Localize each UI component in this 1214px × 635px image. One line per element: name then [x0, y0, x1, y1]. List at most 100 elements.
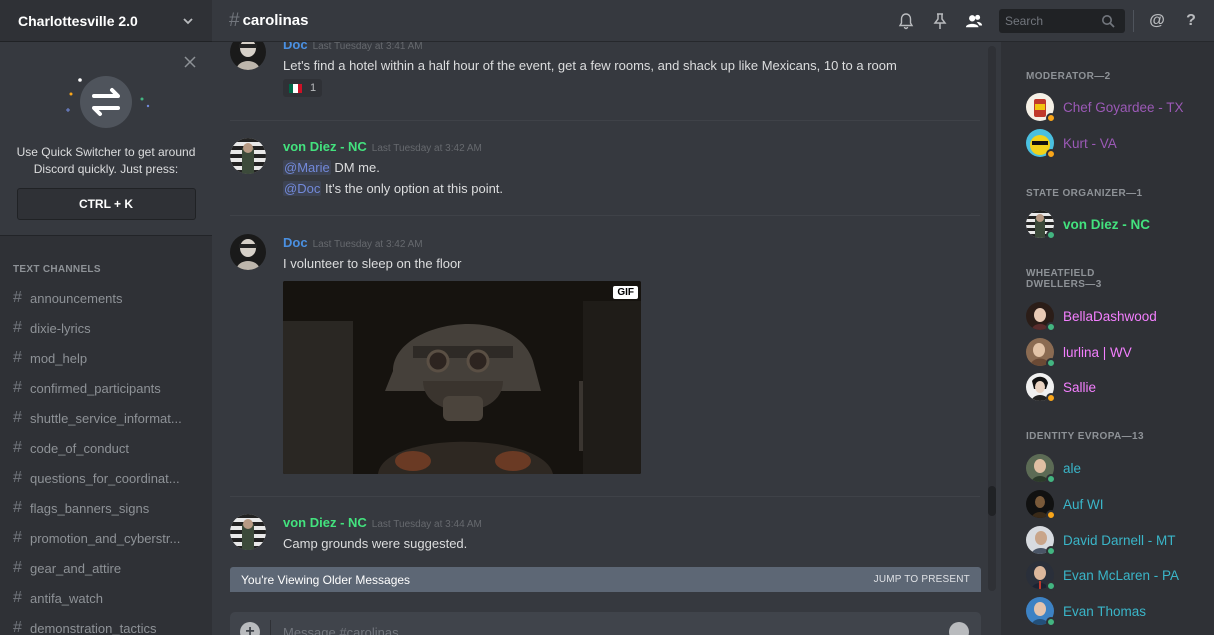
message-author[interactable]: von Diez - NC: [283, 139, 367, 154]
avatar[interactable]: [230, 234, 266, 270]
role-header-identity-evropa: IDENTITY EVROPA—13: [1026, 431, 1144, 442]
emoji-icon[interactable]: [949, 622, 969, 635]
older-messages-text: You're Viewing Older Messages: [241, 572, 411, 587]
composer-divider: [270, 620, 271, 635]
message-timestamp: Last Tuesday at 3:42 AM: [371, 143, 482, 154]
close-icon[interactable]: [183, 55, 197, 69]
message-author[interactable]: von Diez - NC: [283, 515, 367, 530]
jump-to-present-button[interactable]: JUMP TO PRESENT: [874, 574, 970, 585]
channel-name: announcements: [30, 290, 123, 306]
message-body: von Diez - NC Last Tuesday at 3:44 AM Cam…: [283, 514, 973, 553]
reaction[interactable]: 1: [283, 79, 323, 97]
channel-name: code_of_conduct: [30, 440, 130, 456]
text-channels-header[interactable]: TEXT CHANNELS: [0, 264, 212, 275]
channel-item[interactable]: # gear_and_attire: [0, 553, 212, 583]
status-idle-icon: [1046, 113, 1056, 123]
member-name: Evan Thomas: [1063, 603, 1147, 619]
member-item[interactable]: Auf WI: [1001, 486, 1214, 522]
member-avatar: [1026, 490, 1056, 520]
channel-items: # announcements # dixie-lyrics # mod_help # con…: [0, 283, 212, 635]
message-author[interactable]: Doc: [283, 235, 308, 250]
message-text-part: It's the only option at this point.: [321, 181, 504, 196]
gif-image: [283, 281, 641, 474]
message-text-part: DM me.: [330, 160, 380, 175]
channel-item[interactable]: # code_of_conduct: [0, 433, 212, 463]
channel-hash-icon: #: [13, 619, 22, 635]
member-item[interactable]: BellaDashwood: [1001, 298, 1214, 334]
scrollbar-thumb[interactable]: [988, 486, 996, 516]
pin-icon[interactable]: [931, 12, 949, 30]
role-header-line: WHEATFIELD: [1026, 268, 1095, 279]
member-item[interactable]: Sallie: [1001, 369, 1214, 405]
member-item[interactable]: Chef Goyardee - TX: [1001, 89, 1214, 125]
channel-hash-icon: #: [13, 439, 22, 456]
search-input[interactable]: [1005, 14, 1101, 28]
member-item[interactable]: Evan Thomas: [1001, 593, 1214, 629]
avatar[interactable]: [230, 42, 266, 70]
member-name: lurlina | WV: [1063, 344, 1132, 360]
message-text: Let's find a hotel within a half hour of…: [283, 58, 897, 73]
search-box[interactable]: [999, 9, 1125, 33]
channel-item[interactable]: # dixie-lyrics: [0, 313, 212, 343]
channel-item[interactable]: # demonstration_tactics: [0, 613, 212, 635]
message-divider: [230, 215, 980, 216]
user-mention[interactable]: @Doc: [283, 181, 322, 196]
message-divider: [230, 496, 980, 497]
channel-item[interactable]: # flags_banners_signs: [0, 493, 212, 523]
role-header-moderator: MODERATOR—2: [1026, 71, 1111, 82]
message-list: Doc Last Tuesday at 3:41 AM Let's find a …: [212, 42, 999, 635]
gif-attachment[interactable]: GIF: [283, 281, 641, 474]
channel-name: promotion_and_cyberstr...: [30, 530, 181, 546]
channel-item[interactable]: # questions_for_coordinat...: [0, 463, 212, 493]
members-icon[interactable]: [965, 12, 983, 30]
member-item[interactable]: Kurt - VA: [1001, 125, 1214, 161]
bell-icon[interactable]: [897, 12, 915, 30]
channel-hash-icon: #: [13, 589, 22, 606]
message-author[interactable]: Doc: [283, 42, 308, 52]
member-list: MODERATOR—2 Chef Goyardee - TX Kurt - VA…: [1001, 42, 1214, 635]
quick-switcher-icon: [66, 76, 150, 128]
search-icon: [1102, 15, 1115, 28]
channel-hash-icon: #: [13, 289, 22, 306]
member-avatar: [1026, 526, 1056, 556]
message-timestamp: Last Tuesday at 3:42 AM: [312, 239, 423, 250]
member-name: Kurt - VA: [1063, 135, 1117, 151]
toolbar-divider: [1133, 10, 1134, 32]
role-header-wheatfield-dwellers: WHEATFIELD DWELLERS—3: [1001, 268, 1102, 290]
channel-item[interactable]: # announcements: [0, 283, 212, 313]
member-item[interactable]: von Diez - NC: [1001, 206, 1214, 242]
user-mention[interactable]: @Marie: [283, 160, 331, 175]
member-item[interactable]: lurlina | WV: [1001, 334, 1214, 370]
message-text: I volunteer to sleep on the floor: [283, 256, 462, 271]
message-divider: [230, 120, 980, 121]
channel-name: questions_for_coordinat...: [30, 470, 180, 486]
status-online-icon: [1046, 474, 1056, 484]
member-item[interactable]: Evan McLaren - PA: [1001, 557, 1214, 593]
channel-topbar: # carolinas @ ?: [212, 0, 1214, 42]
channel-item[interactable]: # antifa_watch: [0, 583, 212, 613]
message-text: @Doc It's the only option at this point.: [283, 180, 973, 198]
mention-icon[interactable]: @: [1148, 12, 1166, 30]
channel-hash-icon: #: [13, 559, 22, 576]
add-attachment-icon[interactable]: +: [240, 622, 260, 635]
quick-switcher-shortcut: CTRL + K: [16, 188, 196, 220]
reaction-count: 1: [310, 82, 317, 94]
chevron-down-icon[interactable]: [182, 15, 194, 27]
member-avatar: [1026, 561, 1056, 591]
member-item[interactable]: ale: [1001, 450, 1214, 486]
quick-switcher-text: Use Quick Switcher to get around Discord…: [16, 145, 196, 176]
channel-item[interactable]: # shuttle_service_informat...: [0, 403, 212, 433]
channel-item[interactable]: # promotion_and_cyberstr...: [0, 523, 212, 553]
status-online-icon: [1046, 358, 1056, 368]
channel-item[interactable]: # mod_help: [0, 343, 212, 373]
role-header-line: DWELLERS—3: [1026, 279, 1102, 290]
channel-item[interactable]: # confirmed_participants: [0, 373, 212, 403]
member-name: Auf WI: [1063, 496, 1104, 512]
message-input[interactable]: [283, 624, 923, 635]
member-item[interactable]: David Darnell - MT: [1001, 522, 1214, 558]
help-icon[interactable]: ?: [1182, 12, 1200, 30]
message-text: @Marie DM me.: [283, 159, 973, 177]
avatar[interactable]: [230, 138, 266, 174]
avatar[interactable]: [230, 514, 266, 550]
guild-header[interactable]: Charlottesville 2.0: [0, 0, 212, 42]
